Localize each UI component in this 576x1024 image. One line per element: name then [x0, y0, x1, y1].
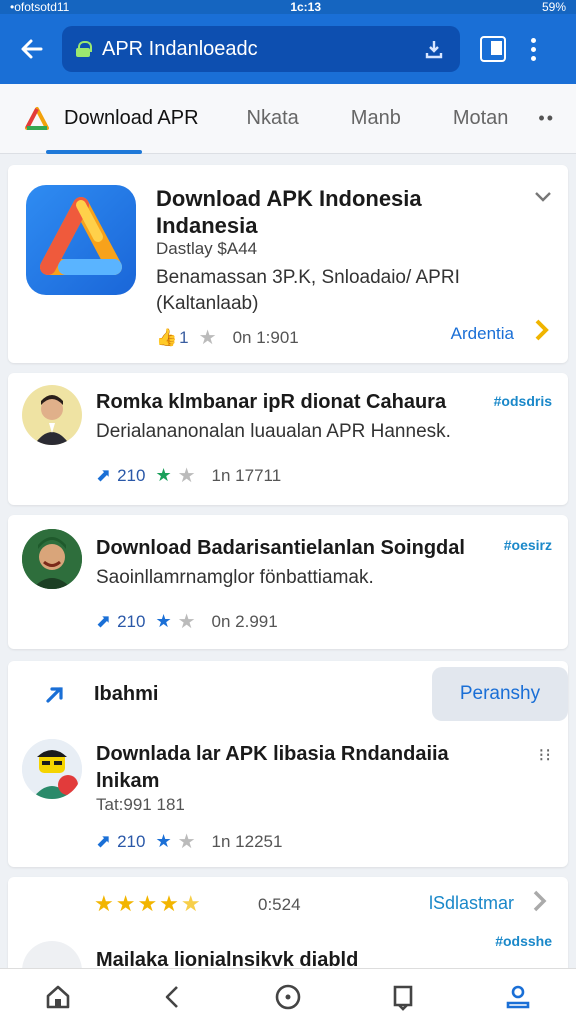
post-meta: ⬈ 210 ★ ★ 1n 17711	[96, 463, 281, 488]
post-description: Saoinllamrnamglor fönbattiamak.	[96, 567, 374, 588]
download-icon[interactable]	[422, 37, 446, 61]
star-filled-icon[interactable]: ★	[155, 831, 171, 852]
rating-stars: ★★★★★	[94, 891, 203, 916]
post-title: Downlada lar APK libasia Rndandaiia lnik…	[96, 743, 449, 792]
post-tag[interactable]: #odsshe	[495, 933, 552, 949]
tab-download-apr[interactable]: Download APR	[64, 107, 199, 130]
app-icon	[26, 185, 136, 295]
rated-link[interactable]: lSdlastmar	[429, 893, 514, 914]
post-time: 0n 1:901	[232, 327, 299, 347]
back-arrow-icon[interactable]	[16, 33, 48, 65]
section-header: Ibahmi	[94, 683, 159, 705]
active-tab-indicator	[46, 150, 142, 154]
browser-toolbar: APR Indanloeadc	[0, 14, 576, 84]
post-time: 1n 17711	[211, 465, 282, 485]
app-link[interactable]: Ardentia	[451, 324, 514, 344]
section-action-button[interactable]: Peranshy	[432, 667, 568, 721]
post-card[interactable]: Romka klmbanar ipR dionat Cahaura #odsdr…	[8, 373, 568, 505]
star-icon[interactable]: ★	[178, 829, 196, 854]
bookmark-icon[interactable]	[383, 977, 423, 1017]
share-icon[interactable]: ⬈	[96, 465, 111, 486]
app-subtitle: Dastlay $A44	[156, 239, 258, 258]
tab-bar: Download APR Nkata Manb Motan ••	[0, 84, 576, 154]
status-time: 1c:13	[290, 0, 322, 14]
share-count: 210	[117, 831, 146, 851]
more-grid-icon[interactable]: ⁝⁝	[539, 745, 552, 766]
more-vert-icon[interactable]	[528, 37, 538, 61]
post-time: 0n 2.991	[211, 611, 278, 631]
app-title: Download APK Indonesia Indanesia	[156, 186, 422, 238]
star-icon[interactable]: ★	[199, 325, 217, 350]
tabs-icon[interactable]	[480, 36, 506, 62]
section-card: Ibahmi Peranshy Downlada lar APK libasia…	[8, 661, 568, 867]
avatar[interactable]	[22, 739, 82, 799]
url-text: APR Indanloeadc	[102, 37, 258, 60]
tab-motan[interactable]: Motan	[453, 107, 509, 130]
home-icon[interactable]	[38, 977, 78, 1017]
post-title: Download Badarisantielanlan Soingdal	[96, 537, 465, 559]
post-card[interactable]: Download Badarisantielanlan Soingdal #oe…	[8, 515, 568, 649]
avatar[interactable]	[22, 529, 82, 589]
share-count: 210	[117, 611, 146, 631]
bottom-navigation	[0, 968, 576, 1024]
app-logo-icon	[25, 106, 49, 130]
app-meta: 👍 1 ★ 0n 1:901	[156, 325, 299, 350]
post-time: 0:524	[258, 895, 301, 914]
like-count: 1	[179, 327, 189, 347]
arrow-icon	[44, 683, 68, 713]
share-count: 210	[117, 465, 146, 485]
post-tag[interactable]: #odsdris	[494, 393, 552, 409]
profile-icon[interactable]	[498, 977, 538, 1017]
app-description: Benamassan 3P.K, Snloadaio/ APRI (Kaltan…	[156, 267, 460, 314]
star-filled-icon[interactable]: ★	[155, 465, 171, 486]
post-description: Derialananonalan luaualan APR Hannesk.	[96, 421, 451, 442]
chevron-down-icon[interactable]	[534, 187, 552, 208]
address-bar[interactable]: APR Indanloeadc	[62, 26, 460, 72]
star-icon[interactable]: ★	[178, 463, 196, 488]
status-bar: •ofotsotd11 1c:13 59%	[0, 0, 576, 14]
featured-app-card[interactable]: Download APK Indonesia Indanesia Dastlay…	[8, 165, 568, 363]
share-icon[interactable]: ⬈	[96, 611, 111, 632]
post-subline: Tat:991 181	[96, 795, 185, 814]
post-meta: ⬈ 210 ★ ★ 1n 12251	[96, 829, 282, 854]
status-battery: 59%	[541, 0, 566, 14]
circle-nav-icon[interactable]	[268, 977, 308, 1017]
more-tabs-icon[interactable]: ••	[538, 108, 555, 129]
status-left: •ofotsotd11	[10, 0, 70, 14]
post-tag[interactable]: #oesirz	[504, 537, 552, 553]
post-time: 1n 12251	[211, 831, 283, 851]
chevron-right-icon[interactable]	[532, 889, 548, 920]
share-icon[interactable]: ⬈	[96, 831, 111, 852]
lock-icon	[76, 41, 92, 57]
star-filled-icon[interactable]: ★	[155, 611, 171, 632]
post-meta: ⬈ 210 ★ ★ 0n 2.991	[96, 609, 278, 634]
share-nav-icon[interactable]	[153, 977, 193, 1017]
tab-nkata[interactable]: Nkata	[247, 107, 299, 130]
post-title: Romka klmbanar ipR dionat Cahaura	[96, 391, 447, 413]
tab-manb[interactable]: Manb	[351, 107, 401, 130]
chevron-right-icon[interactable]	[534, 318, 550, 349]
thumbs-up-icon[interactable]: 👍	[156, 328, 177, 348]
star-icon[interactable]: ★	[178, 609, 196, 634]
avatar[interactable]	[22, 385, 82, 445]
